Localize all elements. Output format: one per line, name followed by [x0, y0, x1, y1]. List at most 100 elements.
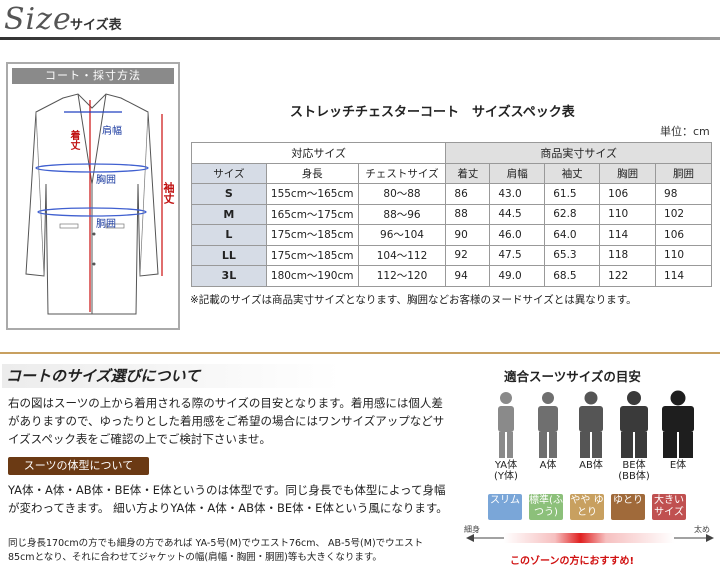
cell-height: 180cm〜190cm — [265, 265, 359, 287]
page-title: Size — [4, 2, 72, 37]
spec-note: ※記載のサイズは商品実寸サイズとなります、胸囲などお客様のヌードサイズとは異なり… — [190, 294, 637, 306]
figure-label-text: A体 — [539, 460, 557, 471]
cell-length: 86 — [445, 183, 491, 205]
tag-slim: スリム — [488, 494, 522, 520]
cell-waist: 106 — [655, 224, 712, 246]
group-header-actual: 商品実寸サイズ — [445, 142, 712, 164]
cell-chest: 106 — [599, 183, 657, 205]
cell-chest-size: 104〜112 — [357, 244, 447, 266]
guide-title: 適合スーツサイズの目安 — [504, 369, 641, 384]
body-type-figures — [498, 390, 694, 458]
table-column-header: サイズ 身長 チェストサイズ 着丈 肩幅 袖丈 胸囲 胴囲 — [191, 162, 712, 184]
figure-ab-icon — [579, 391, 603, 458]
shoulder-label: 肩幅 — [102, 126, 122, 137]
figure-e-icon — [662, 390, 694, 458]
col-header: サイズ — [191, 162, 267, 184]
cell-sleeve: 68.5 — [544, 265, 601, 287]
cell-size: LL — [191, 244, 267, 266]
page-header: Size サイズ表 — [0, 0, 720, 40]
body-type-example: 同じ身長170cmの方でも細身の方であれば YA-5号(M)でウエスト76cm、… — [8, 538, 424, 563]
waist-label: 胴囲 — [96, 219, 116, 230]
figure-label-be: BE体 (BB体) — [614, 460, 654, 482]
cell-chest-size: 112〜120 — [357, 265, 447, 287]
coat-measure-diagram: コート・採寸方法 着丈 肩幅 胸囲 胴囲 袖丈 — [6, 62, 180, 330]
cell-chest: 118 — [599, 244, 657, 266]
recommended-zone-label: このゾーンの方におすすめ! — [510, 556, 635, 567]
table-row: 3L 180cm〜190cm 112〜120 94 49.0 68.5 122 … — [191, 265, 712, 287]
figure-ya-icon — [498, 392, 514, 458]
cell-chest: 114 — [599, 224, 657, 246]
cell-sleeve: 62.8 — [544, 203, 601, 225]
cell-size: M — [191, 203, 267, 225]
figure-label-text: YA体 — [494, 460, 518, 471]
col-header: 胴囲 — [655, 162, 712, 184]
body-type-badge: スーツの体型について — [8, 457, 149, 475]
cell-length: 92 — [445, 244, 491, 266]
cell-length: 88 — [445, 203, 491, 225]
cell-waist: 98 — [655, 183, 712, 205]
cell-size: S — [191, 183, 267, 205]
cell-chest: 122 — [599, 265, 657, 287]
cell-shoulder: 44.5 — [489, 203, 546, 225]
about-paragraph: 右の図はスーツの上から着用される際のサイズの目安となります。着用感には個人差があ… — [8, 396, 445, 446]
figure-label-sub: (Y体) — [494, 471, 518, 482]
figure-label-ya: YA体 (Y体) — [486, 460, 526, 482]
figure-be-icon — [620, 391, 648, 458]
suit-size-guide: 適合スーツサイズの目安 YA体 (Y体) A体 AB体 BE体 (BB体) E体… — [462, 356, 718, 574]
cell-shoulder: 43.0 — [489, 183, 546, 205]
tag-big-size: 大きい サイズ — [652, 494, 686, 520]
cell-size: L — [191, 224, 267, 246]
diagram-title: コート・採寸方法 — [12, 68, 174, 84]
cell-shoulder: 47.5 — [489, 244, 546, 266]
tag-loose: ゆとり — [611, 494, 645, 520]
header-divider — [0, 37, 720, 40]
tag-standard: 標準(ふつう) — [529, 494, 563, 520]
cell-height: 175cm〜185cm — [265, 244, 359, 266]
cell-chest-size: 80〜88 — [357, 183, 447, 205]
figure-label-text: E体 — [669, 460, 687, 471]
table-row: M 165cm〜175cm 88〜96 88 44.5 62.8 110 102 — [191, 203, 712, 225]
figure-label-ab: AB体 — [571, 460, 611, 471]
cell-length: 90 — [445, 224, 491, 246]
figure-label-a: A体 — [528, 460, 568, 471]
cell-height: 175cm〜185cm — [265, 224, 359, 246]
about-title: コートのサイズ選びについて — [2, 364, 340, 388]
table-row: LL 175cm〜185cm 104〜112 92 47.5 65.3 118 … — [191, 244, 712, 266]
cell-height: 155cm〜165cm — [265, 183, 359, 205]
cell-sleeve: 61.5 — [544, 183, 601, 205]
col-header: 着丈 — [445, 162, 491, 184]
wide-end-label: 太め — [694, 525, 710, 534]
table-group-header: 対応サイズ 商品実寸サイズ — [190, 142, 712, 164]
body-type-paragraph: YA体・A体・AB体・BE体・E体というのは体型です。同じ身長でも体型によって身… — [8, 483, 448, 515]
sleeve-label: 袖丈 — [162, 182, 175, 204]
page-subtitle: サイズ表 — [70, 18, 122, 33]
table-row: L 175cm〜185cm 96〜104 90 46.0 64.0 114 10… — [191, 224, 712, 246]
cell-height: 165cm〜175cm — [265, 203, 359, 225]
figure-a-icon — [538, 392, 558, 458]
cell-chest-size: 96〜104 — [357, 224, 447, 246]
col-header: 身長 — [265, 162, 359, 184]
cell-shoulder: 49.0 — [489, 265, 546, 287]
cell-sleeve: 64.0 — [544, 224, 601, 246]
tag-slightly-loose: やや ゆとり — [570, 494, 604, 520]
cell-shoulder: 46.0 — [489, 224, 546, 246]
chest-label: 胸囲 — [96, 175, 116, 186]
cell-chest: 110 — [599, 203, 657, 225]
coat-illustration — [25, 93, 163, 315]
figure-label-sub: (BB体) — [618, 471, 650, 482]
cell-size: 3L — [191, 265, 267, 287]
figure-label-e: E体 — [658, 460, 698, 471]
cell-waist: 114 — [655, 265, 712, 287]
cell-waist: 110 — [655, 244, 712, 266]
slim-end-label: 細身 — [464, 525, 480, 534]
figure-label-text: AB体 — [579, 460, 603, 471]
cell-length: 94 — [445, 265, 491, 287]
size-spec-table: 対応サイズ 商品実寸サイズ サイズ 身長 チェストサイズ 着丈 肩幅 袖丈 胸囲… — [190, 142, 712, 287]
table-row: S 155cm〜165cm 80〜88 86 43.0 61.5 106 98 — [191, 183, 712, 205]
cell-sleeve: 65.3 — [544, 244, 601, 266]
col-header: 胸囲 — [599, 162, 657, 184]
length-label: 着丈 — [68, 130, 79, 150]
size-guide-section: コートのサイズ選びについて 右の図はスーツの上から着用される際のサイズの目安とな… — [0, 352, 720, 576]
figure-label-text: BE体 — [622, 460, 646, 471]
group-header-fit: 対応サイズ — [190, 142, 447, 164]
